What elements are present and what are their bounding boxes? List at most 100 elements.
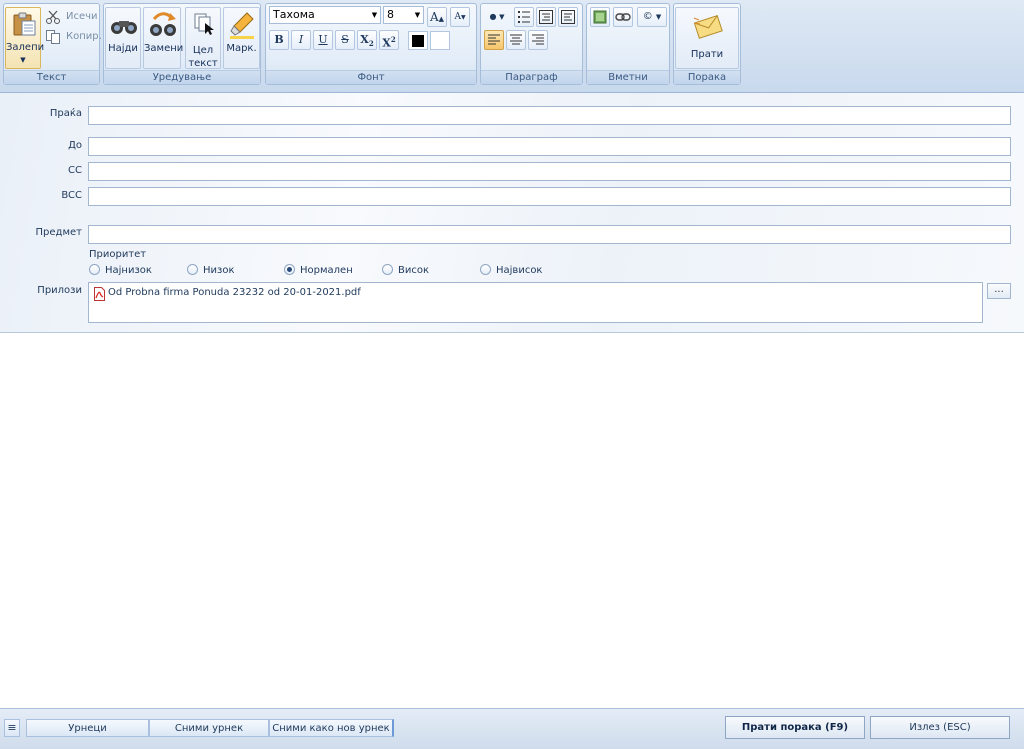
scissors-icon: [46, 10, 60, 24]
radio-dot-selected-icon: [284, 264, 295, 275]
group-font: Тахома ▼ 8 ▼ A▲ A▼ B I U S X2 X2 Фонт: [265, 3, 477, 85]
align-left-icon: [488, 34, 500, 45]
chevron-down-icon: ▼: [499, 13, 505, 21]
bullets-button[interactable]: ● ▼: [482, 7, 512, 27]
attachments-label: Прилози: [37, 285, 82, 296]
message-body-editor[interactable]: [0, 334, 1024, 708]
insert-image-button[interactable]: [590, 7, 610, 27]
radio-dot-icon: [89, 264, 100, 275]
radio-dot-icon: [480, 264, 491, 275]
italic-button[interactable]: I: [291, 30, 311, 50]
grow-font-icon: ▲: [438, 15, 445, 23]
align-left-button[interactable]: [484, 30, 504, 50]
link-icon: [615, 13, 631, 21]
grow-font-button[interactable]: A▲: [427, 7, 447, 27]
insert-symbol-button[interactable]: © ▼: [637, 7, 667, 27]
cut-button[interactable]: Исечи: [44, 8, 100, 26]
replace-button[interactable]: Замени: [143, 7, 184, 69]
align-right-icon: [532, 34, 544, 45]
attachments-list[interactable]: Od Probna firma Ponuda 23232 od 20-01-20…: [88, 282, 983, 323]
to-field[interactable]: [88, 137, 1011, 156]
highlight-color-swatch[interactable]: [430, 31, 450, 50]
superscript-label: X: [382, 36, 391, 50]
bold-button[interactable]: B: [269, 30, 289, 50]
font-color-swatch[interactable]: [408, 31, 428, 50]
copy-label: Копир.: [66, 31, 102, 42]
chevron-down-icon: ▼: [371, 11, 378, 19]
bullet-icon: ●: [489, 12, 497, 21]
find-button[interactable]: Најди: [105, 7, 141, 69]
shrink-font-icon: ▼: [460, 14, 466, 21]
select-all-label-2: текст: [188, 58, 218, 69]
numbered-list-icon: [518, 11, 530, 23]
font-size-value: 8: [387, 8, 394, 21]
subject-field[interactable]: [88, 225, 1011, 244]
priority-low-radio[interactable]: Низок: [187, 264, 235, 278]
from-field[interactable]: [88, 106, 1011, 125]
send-label: Прати: [690, 49, 724, 60]
group-paragraph: ● ▼ Параграф: [480, 3, 583, 85]
indent-icon: [561, 10, 575, 24]
exit-button[interactable]: Излез (ESC): [870, 716, 1010, 739]
group-label-editing: Уредување: [104, 70, 260, 84]
save-template-tab[interactable]: Сними урнек: [149, 719, 269, 737]
decrease-indent-button[interactable]: [536, 7, 556, 27]
replace-icon: [150, 12, 176, 36]
font-color-fill: [412, 35, 424, 47]
select-all-icon: [194, 13, 214, 35]
font-name-value: Тахома: [273, 8, 315, 21]
superscript-button[interactable]: X2: [379, 30, 399, 50]
group-label-text: Текст: [4, 70, 99, 84]
subscript-button[interactable]: X2: [357, 30, 377, 50]
envelope-icon: [693, 15, 723, 39]
message-header-form: Праќа До CC BCC Предмет Приоритет Најниз…: [0, 93, 1024, 333]
priority-high-radio[interactable]: Висок: [382, 264, 429, 278]
superscript-index-icon: 2: [390, 35, 396, 44]
radio-dot-icon: [382, 264, 393, 275]
font-name-select[interactable]: Тахома ▼: [269, 6, 381, 24]
ribbon-toolbar: Залепи ▼ Исечи Копир. Текст Најди Замени…: [0, 0, 1024, 93]
select-all-button[interactable]: Цел текст: [185, 7, 221, 69]
from-label: Праќа: [49, 108, 82, 119]
outdent-icon: [539, 10, 553, 24]
shrink-font-button[interactable]: A▼: [450, 7, 470, 27]
ribbon-send-button[interactable]: Прати: [675, 7, 739, 69]
group-insert: © ▼ Вметни: [586, 3, 670, 85]
priority-lowest-radio[interactable]: Најнизок: [89, 264, 152, 278]
underline-button[interactable]: U: [313, 30, 333, 50]
browse-attachment-button[interactable]: ...: [987, 283, 1011, 299]
grow-font-label: A: [429, 10, 439, 24]
menu-icon[interactable]: ≡: [4, 719, 20, 737]
font-size-select[interactable]: 8 ▼: [383, 6, 424, 24]
group-label-insert: Вметни: [587, 70, 669, 84]
paste-button[interactable]: Залепи ▼: [5, 7, 44, 69]
highlight-button[interactable]: Марк.: [223, 7, 260, 69]
align-center-button[interactable]: [506, 30, 526, 50]
send-message-button[interactable]: Прати порака (F9): [725, 716, 865, 739]
copy-button[interactable]: Копир.: [44, 28, 102, 46]
strikethrough-button[interactable]: S: [335, 30, 355, 50]
clipboard-icon: [13, 12, 36, 36]
align-right-button[interactable]: [528, 30, 548, 50]
priority-highest-radio[interactable]: Највисок: [480, 264, 542, 278]
replace-label: Замени: [144, 43, 184, 54]
numbered-list-button[interactable]: [514, 7, 534, 27]
cut-label: Исечи: [66, 11, 98, 22]
image-icon: [593, 10, 607, 24]
bcc-field[interactable]: [88, 187, 1011, 206]
save-as-new-template-tab[interactable]: Сними како нов урнек: [269, 719, 394, 737]
group-message: Прати Порака: [673, 3, 741, 85]
priority-normal-radio[interactable]: Нормален: [284, 264, 353, 278]
radio-dot-icon: [187, 264, 198, 275]
subscript-index-icon: 2: [368, 39, 374, 49]
templates-tab[interactable]: Урнеци: [26, 719, 149, 737]
subject-label: Предмет: [35, 227, 82, 238]
increase-indent-button[interactable]: [558, 7, 578, 27]
copy-icon: [46, 30, 60, 44]
select-all-label-1: Цел: [192, 45, 214, 56]
cc-field[interactable]: [88, 162, 1011, 181]
chevron-down-icon: ▼: [655, 13, 662, 21]
insert-link-button[interactable]: [613, 7, 633, 27]
bcc-label: BCC: [61, 190, 82, 201]
group-label-paragraph: Параграф: [481, 70, 582, 84]
